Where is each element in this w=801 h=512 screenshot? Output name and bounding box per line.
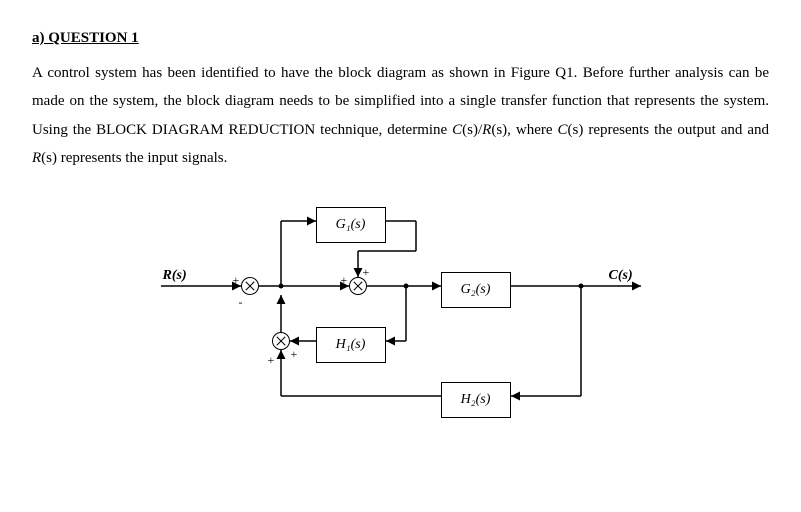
output-label: C(s) [609, 263, 633, 290]
ratio-s2: (s) [491, 122, 507, 138]
ratio-C: C [452, 122, 462, 138]
sum2-plus-left: + [341, 269, 348, 292]
node-inner [403, 283, 408, 288]
question-body: A control system has been identified to … [32, 59, 769, 173]
sum1-minus: - [239, 291, 243, 314]
ratio-R: R [482, 122, 491, 138]
body-part-2: , where [507, 122, 557, 138]
input-label: R(s) [163, 263, 187, 290]
sum3-plus-bottom: + [268, 349, 275, 372]
s-of-R: (s) [41, 150, 57, 166]
body-part-3: represents the output and and [583, 122, 769, 138]
sum3-plus-right: + [291, 343, 298, 366]
block-g2: G₂(s) [441, 272, 511, 309]
question-heading: a) QUESTION 1 [32, 24, 769, 53]
block-h1: H₁(s) [316, 327, 386, 364]
sum1-plus: + [233, 269, 240, 292]
ratio-s1: (s) [462, 122, 478, 138]
s-of-C: (s) [568, 122, 584, 138]
R-sym: R [32, 150, 41, 166]
sum2-plus-top: + [363, 261, 370, 284]
block-diagram: G₁(s) G₂(s) H₁(s) H₂(s) R(s) C(s) + - + … [141, 191, 661, 421]
summer-3 [272, 332, 290, 350]
body-part-4: represents the input signals. [57, 150, 227, 166]
diagram-wires [141, 191, 661, 421]
C-sym: C [558, 122, 568, 138]
node-outer [578, 283, 583, 288]
summer-1 [241, 277, 259, 295]
block-h2: H₂(s) [441, 382, 511, 419]
node-ff [278, 283, 283, 288]
block-g1: G₁(s) [316, 207, 386, 244]
